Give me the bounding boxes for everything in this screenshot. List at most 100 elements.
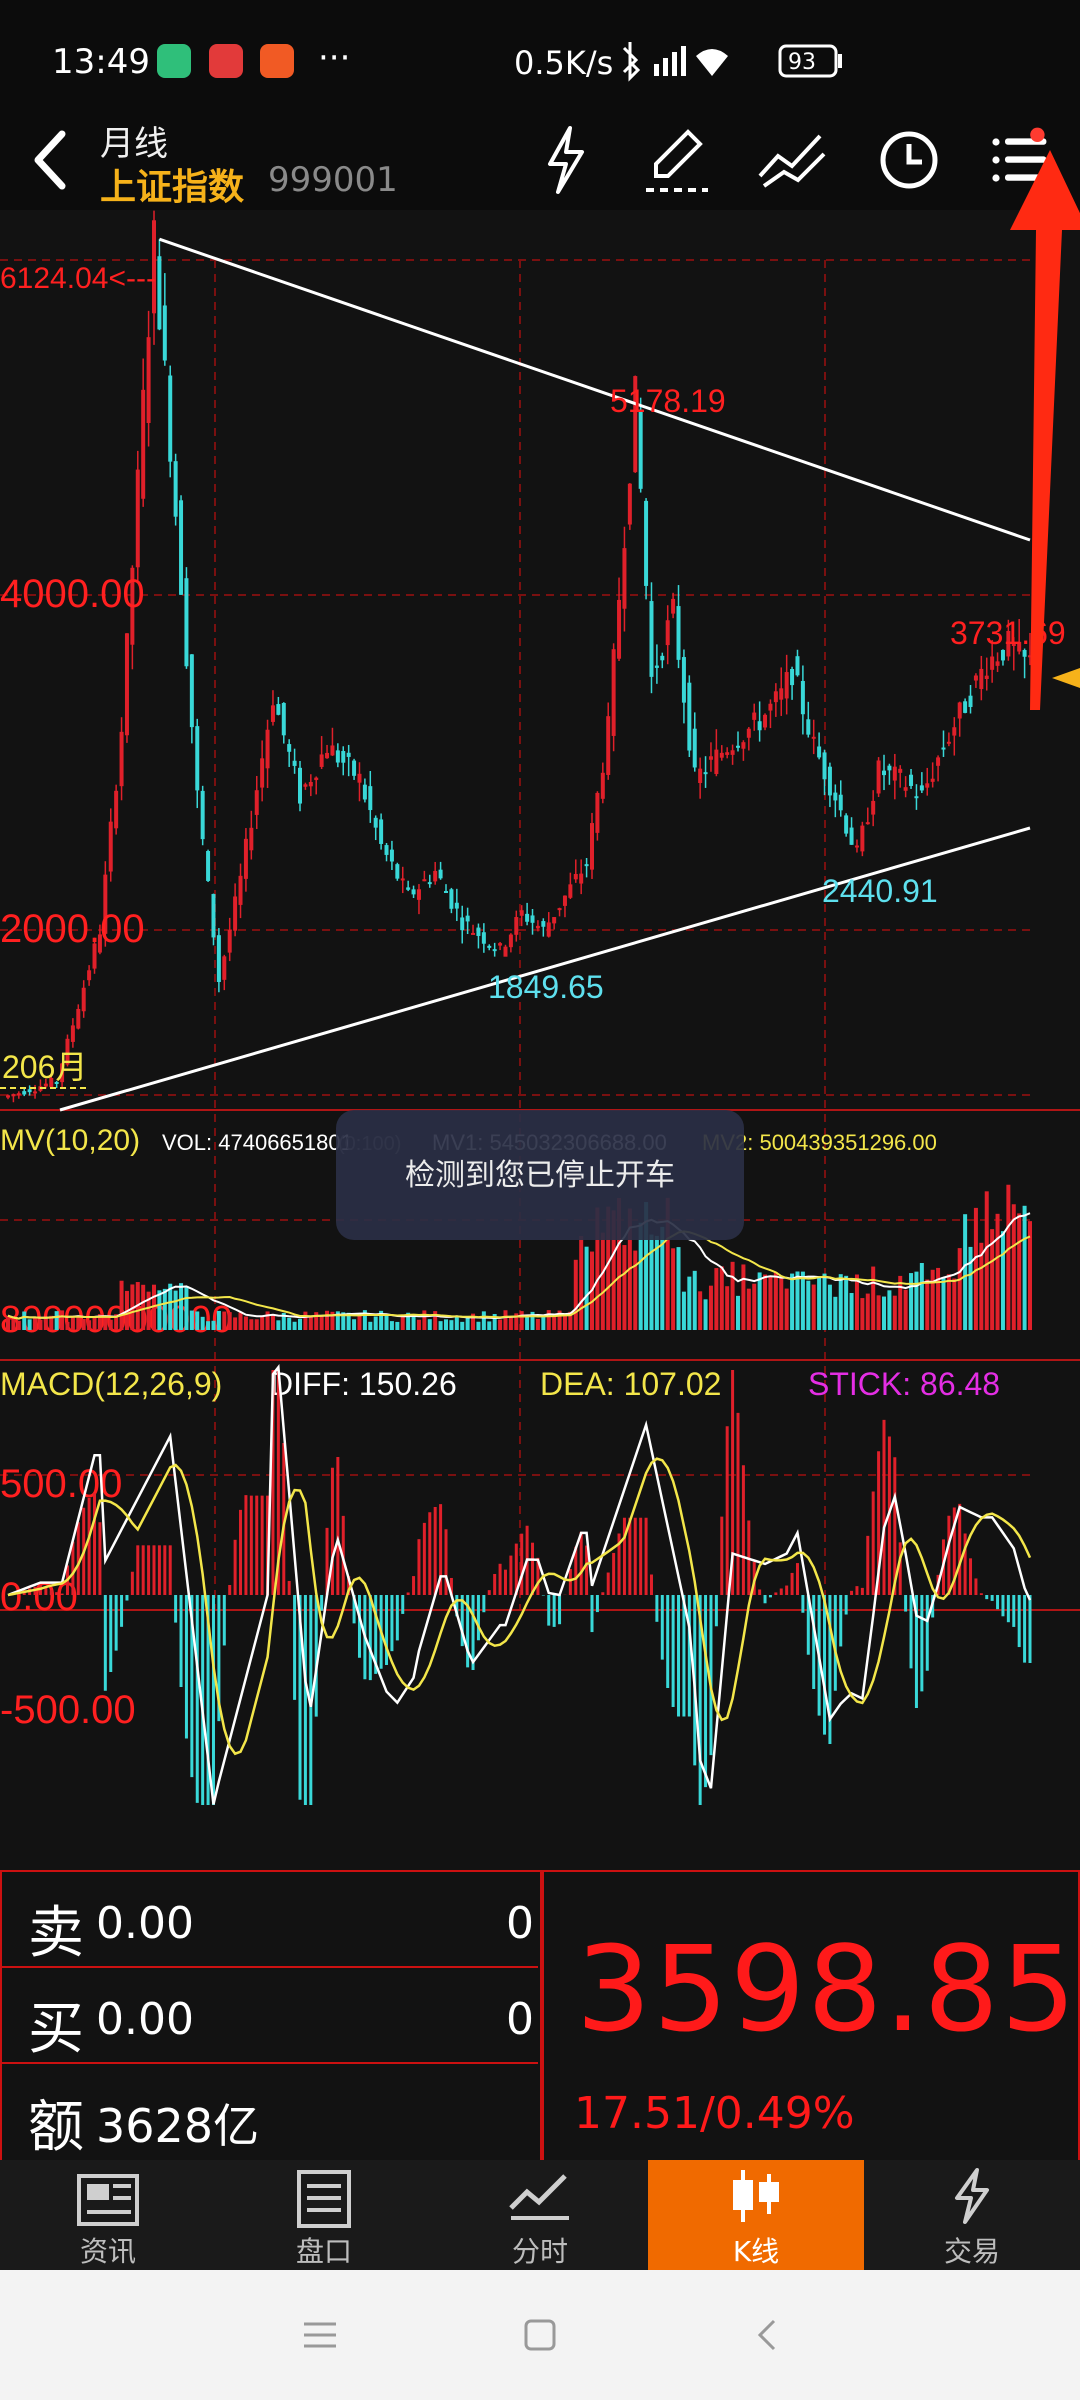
volume-bar <box>519 1311 524 1330</box>
candle-body <box>741 742 746 749</box>
volume-bar <box>503 1310 508 1330</box>
sell-label: 卖 <box>28 1901 84 1966</box>
volume-bar <box>790 1273 795 1330</box>
candle-body <box>736 745 740 748</box>
volume-bar <box>800 1271 805 1330</box>
candle-body <box>865 822 870 825</box>
candle-body <box>968 695 973 707</box>
volume-bar <box>914 1271 919 1330</box>
macd-dea: DEA: 107.02 <box>540 1366 721 1402</box>
index-name: 上证指数 <box>100 167 245 208</box>
volume-bar <box>698 1291 703 1330</box>
macd-diff-line <box>7 1364 1032 1805</box>
volume-bar <box>352 1319 357 1330</box>
candle-body <box>795 656 800 676</box>
candle-body <box>146 337 151 423</box>
candle-body <box>33 1091 38 1094</box>
candle-body <box>627 483 632 525</box>
candle-body <box>227 930 232 953</box>
nav-kline[interactable]: K线 <box>648 2160 864 2270</box>
volume-bar <box>687 1276 692 1330</box>
amount-label: 额 <box>28 2095 84 2160</box>
candle-body <box>973 675 978 681</box>
back-icon[interactable] <box>748 2315 788 2355</box>
nav-news[interactable]: 资讯 <box>0 2160 216 2270</box>
volume-bar <box>270 1314 275 1330</box>
candle-body <box>433 870 438 882</box>
candle-body <box>671 598 676 614</box>
nav-intraday[interactable]: 分时 <box>432 2160 648 2270</box>
candle-body <box>141 389 146 499</box>
volume-bar <box>930 1269 935 1330</box>
candle-body <box>692 728 697 768</box>
candle-body <box>703 772 708 775</box>
candle-body <box>644 500 649 586</box>
volume-bar <box>817 1277 822 1330</box>
volume-bar <box>1000 1231 1005 1330</box>
volume-bar <box>92 1316 97 1330</box>
amount-value: 3628亿 <box>96 2099 260 2153</box>
candle-body <box>416 889 421 900</box>
home-icon[interactable] <box>520 2315 560 2355</box>
candle-body <box>838 794 843 811</box>
candle-body <box>600 772 605 799</box>
candle-body <box>292 760 297 766</box>
macd-stick: STICK: 86.48 <box>808 1366 1000 1402</box>
volume-bar <box>65 1321 70 1330</box>
volume-bar <box>984 1191 989 1330</box>
candle-body <box>876 760 881 794</box>
nav-orderbook[interactable]: 盘口 <box>216 2160 432 2270</box>
bluetooth-icon <box>622 42 641 82</box>
candle-body <box>660 655 665 661</box>
volume-bar <box>476 1321 481 1330</box>
volume-bar <box>546 1310 551 1330</box>
volume-bar <box>298 1318 302 1330</box>
kline-chart[interactable]: 6124.04<---4000.002000.005178.193731.691… <box>0 210 1080 1810</box>
candle-body <box>352 760 357 776</box>
candle-body <box>189 654 194 728</box>
candle-body <box>308 781 313 787</box>
candle-body <box>206 851 211 881</box>
clock-icon[interactable] <box>864 118 954 202</box>
volume-bar <box>822 1273 827 1330</box>
volume-bar <box>725 1286 730 1330</box>
candle-body <box>325 752 330 759</box>
volume-bar <box>249 1319 254 1330</box>
flag-app-icon <box>260 44 294 78</box>
back-arrow-icon[interactable] <box>22 120 82 200</box>
toast: 检测到您已停止开车 <box>336 1110 744 1240</box>
volume-bar <box>460 1321 465 1330</box>
volume-bar <box>103 1315 108 1330</box>
lines-icon[interactable] <box>748 118 838 202</box>
candle-body <box>557 908 562 911</box>
volume-bar <box>1006 1184 1011 1330</box>
candle-body <box>265 729 270 769</box>
nav-trade-label: 交易 <box>943 2235 1000 2268</box>
candle-body <box>114 790 119 829</box>
volume-bar <box>373 1316 378 1330</box>
volume-bar <box>233 1317 238 1330</box>
volume-bar <box>854 1274 859 1330</box>
candle-body <box>530 915 535 923</box>
candle-body <box>162 305 167 361</box>
candle-body <box>119 731 124 787</box>
label-high-2015: 5178.19 <box>610 383 726 419</box>
flash-icon[interactable] <box>520 118 610 202</box>
candle-body <box>649 601 654 677</box>
volume-bar <box>871 1266 876 1330</box>
candle-body <box>179 500 184 595</box>
candle-body <box>438 869 443 879</box>
volume-bar <box>157 1290 162 1330</box>
candle-body <box>135 469 140 568</box>
nav-kline-label: K线 <box>732 2235 780 2268</box>
wifi-icon <box>696 49 728 76</box>
nav-trade[interactable]: 交易 <box>864 2160 1080 2270</box>
candle-body <box>27 1089 32 1093</box>
volume-bar <box>173 1290 178 1330</box>
recent-apps-icon[interactable] <box>300 2318 340 2352</box>
volume-bar <box>189 1310 194 1330</box>
draw-icon[interactable] <box>632 118 722 202</box>
candle-body <box>546 922 551 937</box>
volume-bar <box>703 1299 708 1330</box>
volume-bar <box>968 1246 973 1330</box>
